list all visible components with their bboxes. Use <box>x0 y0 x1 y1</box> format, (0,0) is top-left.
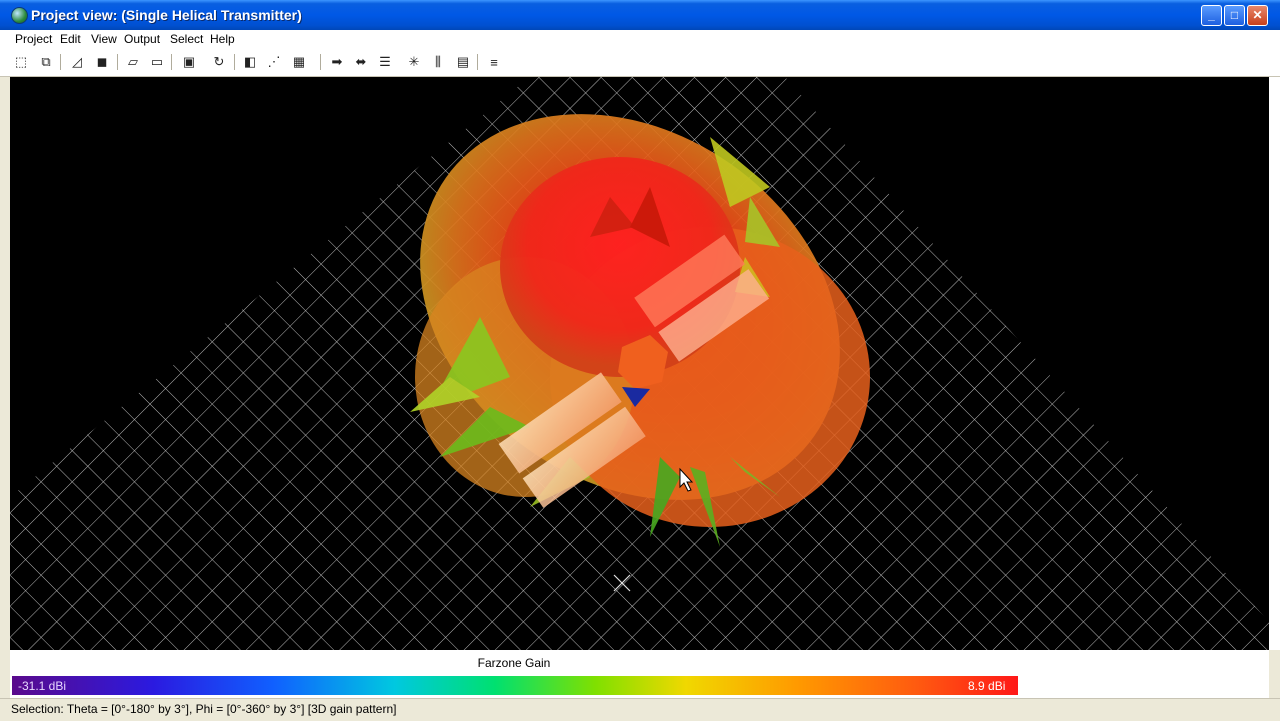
menu-bar: Project Edit View Output Select Help <box>0 30 1280 48</box>
rotate-view-icon[interactable]: ↻ <box>210 53 228 71</box>
layers-icon[interactable]: ▤ <box>454 53 472 71</box>
cascade-view-icon[interactable]: ⧉ <box>37 53 55 71</box>
colorbar-max-label: 8.9 dBi <box>968 679 1006 693</box>
toolbar-separator <box>234 54 235 70</box>
transmitter-icon[interactable]: ✳ <box>405 53 423 71</box>
maximize-button[interactable]: □ <box>1224 5 1245 26</box>
receiver-icon[interactable]: ⫼ <box>429 53 447 71</box>
move-right-icon[interactable]: ➡ <box>328 53 346 71</box>
application-window: Project view: (Single Helical Transmitte… <box>0 0 1280 721</box>
gain-pattern-scene[interactable] <box>10 77 1269 650</box>
render-icon[interactable]: ◧ <box>241 53 259 71</box>
menu-select[interactable]: Select <box>170 32 203 46</box>
menu-view[interactable]: View <box>91 32 117 46</box>
menu-output[interactable]: Output <box>124 32 160 46</box>
close-button[interactable]: ✕ <box>1247 5 1268 26</box>
status-text: Selection: Theta = [0°-180° by 3°], Phi … <box>11 702 397 716</box>
camera-icon[interactable]: ▣ <box>180 53 198 71</box>
title-bar[interactable]: Project view: (Single Helical Transmitte… <box>0 0 1280 30</box>
minimize-button[interactable]: _ <box>1201 5 1222 26</box>
colorbar-min-label: -31.1 dBi <box>18 679 67 693</box>
move-left-icon[interactable]: ⬌ <box>352 53 370 71</box>
align-icon[interactable]: ☰ <box>376 53 394 71</box>
toolbar-separator <box>320 54 321 70</box>
toolbar-separator <box>477 54 478 70</box>
wireframe-icon[interactable]: ◿ <box>68 53 86 71</box>
toolbar-separator <box>60 54 61 70</box>
toolbar-separator <box>117 54 118 70</box>
3d-viewport[interactable] <box>10 77 1269 650</box>
orthographic-icon[interactable]: ▭ <box>148 53 166 71</box>
toolbar-separator <box>171 54 172 70</box>
ruler-icon[interactable]: ≡ <box>485 53 503 71</box>
gain-colorbar <box>12 676 1018 695</box>
grid-icon[interactable]: ▦ <box>290 53 308 71</box>
solid-icon[interactable]: ◼ <box>93 53 111 71</box>
status-bar: Selection: Theta = [0°-180° by 3°], Phi … <box>0 698 1280 721</box>
menu-help[interactable]: Help <box>210 32 235 46</box>
vertical-scrollbar[interactable] <box>1269 77 1280 650</box>
new-view-icon[interactable]: ⬚ <box>12 53 30 71</box>
perspective-icon[interactable]: ▱ <box>124 53 142 71</box>
menu-project[interactable]: Project <box>15 32 52 46</box>
legend-title: Farzone Gain <box>477 656 551 670</box>
toolbar: ⬚ ⧉ ◿ ◼ ▱ ▭ ▣ ↻ ◧ ⋰ ▦ ➡ ⬌ ☰ ✳ ⫼ ▤ ≡ <box>0 48 1280 77</box>
gain-legend: Farzone Gain -31.1 dBi 8.9 dBi <box>10 650 1269 698</box>
ray-paths-icon[interactable]: ⋰ <box>265 53 283 71</box>
app-globe-icon <box>11 7 28 24</box>
window-title: Project view: (Single Helical Transmitte… <box>31 7 302 23</box>
menu-edit[interactable]: Edit <box>60 32 81 46</box>
